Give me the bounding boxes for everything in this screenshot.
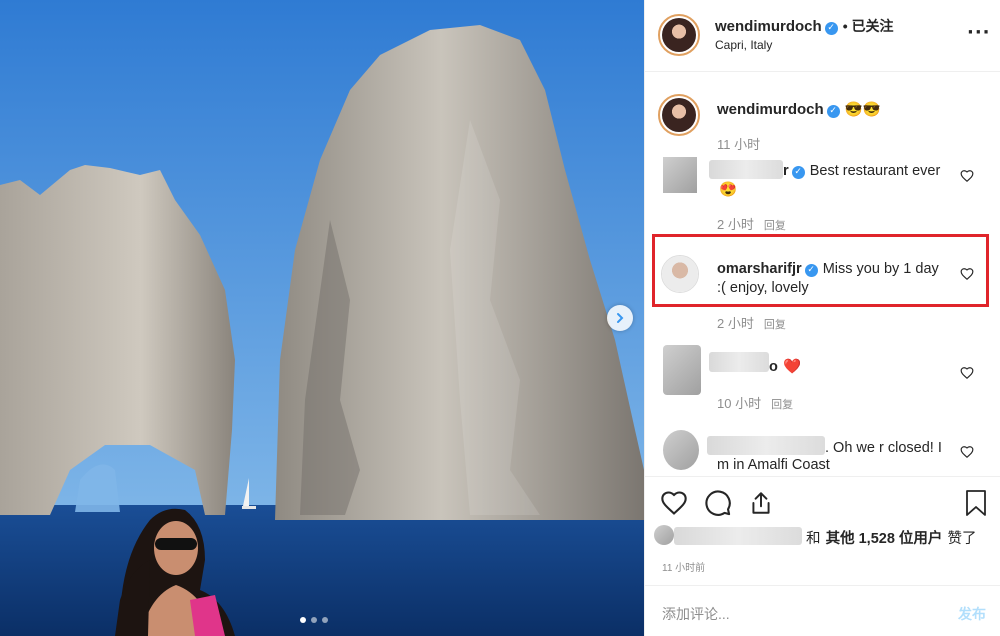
comment-time: 2 小时 [717,217,754,232]
post-author-username[interactable]: wendimurdoch [715,18,822,35]
bookmark-icon[interactable] [964,489,988,517]
verified-badge-icon: ✓ [791,166,805,179]
post-actions: 和 其他 1,528 位用户 赞了 11 小时前 [644,476,1000,586]
blurred-liker-name [674,527,802,545]
comment-username[interactable]: o [769,359,778,375]
comment-text: ❤️ [782,359,802,375]
likes-suffix: 赞了 [947,531,977,547]
verified-badge-icon: ✓ [826,105,840,118]
comment-icon[interactable] [704,489,732,517]
heart-icon[interactable] [660,489,688,517]
blurred-username [709,160,783,179]
reply-button[interactable]: 回复 [764,319,786,331]
caption-username[interactable]: wendimurdoch [717,101,824,118]
carousel-dot [300,617,306,623]
blurred-avatar [663,157,697,193]
reply-button[interactable]: 回复 [771,399,793,411]
comment-like-heart-icon[interactable] [960,169,974,183]
follow-status[interactable]: 已关注 [852,18,894,34]
blurred-username [709,352,769,372]
comment-text: Best restaurant ever [809,163,941,179]
likes-prefix: 和 [806,531,821,547]
comment-text-line2: 😍 [719,182,738,198]
likes-summary: 和 其他 1,528 位用户 赞了 [806,528,977,549]
carousel-dot [311,617,317,623]
comment-item: o ❤️ [769,356,801,377]
photo-scene [0,0,644,636]
comment-meta: 10 小时 回复 [717,393,793,412]
post-comment-button[interactable]: 发布 [958,604,986,624]
carousel-dot [322,617,328,623]
post-timestamp[interactable]: 11 小时前 [662,559,705,574]
comment-time: 10 小时 [717,396,762,411]
comment-meta: 2 小时 回复 [717,313,786,332]
post-location[interactable]: Capri, Italy [715,38,772,52]
caption-time: 11 小时 [717,137,761,152]
blurred-avatar [654,525,674,545]
post-photo[interactable] [0,0,644,636]
comment-like-heart-icon[interactable] [960,366,974,380]
add-comment-input[interactable]: 添加评论... [662,604,730,624]
follow-separator: • [842,18,852,34]
highlight-box [652,234,989,307]
comment-text-line2: m in Amalfi Coast [717,457,830,473]
verified-badge-icon: ✓ [824,22,838,35]
comment-time: 2 小时 [717,316,754,331]
blurred-avatar [663,430,699,470]
reply-button[interactable]: 回复 [764,220,786,232]
caption-avatar[interactable] [658,94,700,136]
carousel-dots [300,617,328,623]
share-icon[interactable] [748,489,774,517]
comment-like-heart-icon[interactable] [960,445,974,459]
add-comment-bar: 添加评论... 发布 [644,585,1000,636]
caption-text: 😎😎 [844,102,881,118]
avatar[interactable] [658,14,700,56]
chevron-right-icon [617,313,624,323]
comment-meta: 2 小时 回复 [717,214,786,233]
comment-text: . Oh we r closed! I [825,440,942,456]
blurred-avatar [663,345,701,395]
carousel-next-button[interactable] [607,305,633,331]
comment-username[interactable]: r [783,163,789,179]
more-options-icon[interactable]: ··· [967,22,991,43]
post-header: wendimurdoch ✓ • 已关注 Capri, Italy ··· [645,0,1000,72]
comment-item: . Oh we r closed! I [825,437,947,458]
comment-item: r ✓ Best restaurant ever 😍 [719,160,973,200]
blurred-username [707,436,825,455]
likes-count-link[interactable]: 其他 1,528 位用户 [826,531,943,547]
